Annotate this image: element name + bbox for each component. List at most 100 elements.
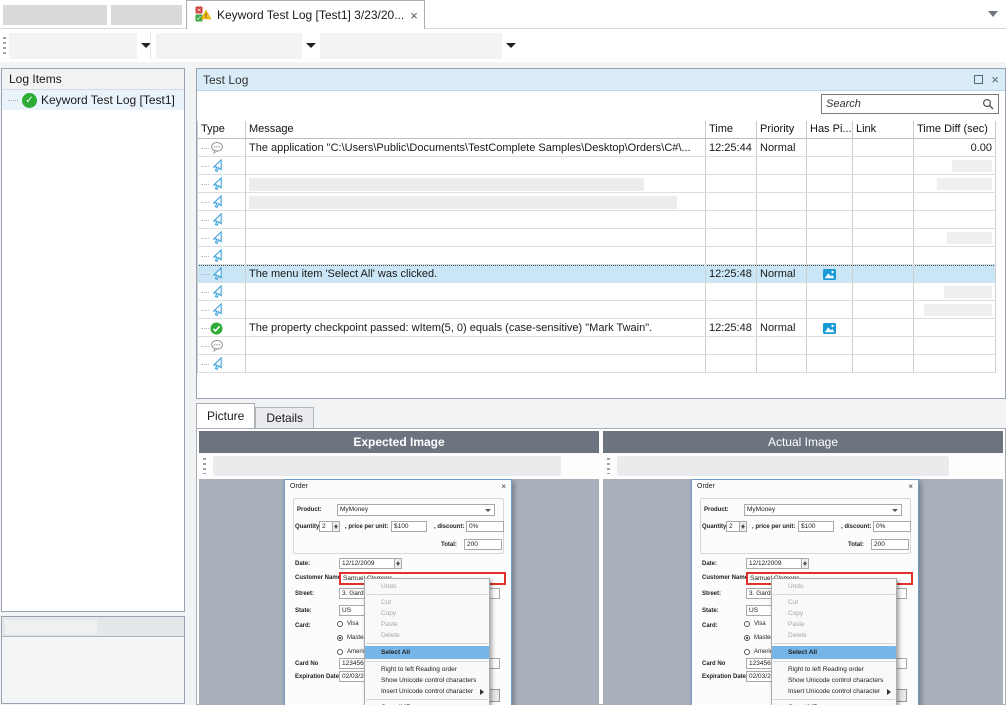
column-header-link[interactable]: Link (853, 121, 914, 139)
log-cell-has_picture[interactable] (807, 301, 853, 319)
toolbar-combo-1[interactable] (9, 33, 137, 59)
toolbar-combo-3[interactable] (320, 33, 502, 59)
log-cell-type[interactable] (197, 265, 246, 283)
log-cell-type[interactable] (197, 157, 246, 175)
log-cell-type[interactable] (197, 211, 246, 229)
log-cell-time[interactable] (706, 301, 757, 319)
log-cell-time[interactable] (706, 337, 757, 355)
log-cell-link[interactable] (853, 139, 914, 157)
log-cell-priority[interactable] (757, 193, 807, 211)
tab-keyword-test-log[interactable]: × ✓ ! Keyword Test Log [Test1] 3/23/20..… (186, 0, 425, 29)
log-cell-priority[interactable] (757, 211, 807, 229)
log-row-5[interactable] (197, 211, 996, 229)
log-cell-priority[interactable]: Normal (757, 139, 807, 157)
combo-2-dropdown-icon[interactable] (306, 43, 316, 48)
log-cell-message[interactable] (246, 247, 706, 265)
log-cell-time[interactable]: 12:25:48 (706, 319, 757, 337)
column-header-message[interactable]: Message (246, 121, 706, 139)
log-cell-has_picture[interactable] (807, 283, 853, 301)
log-cell-type[interactable] (197, 193, 246, 211)
tab-picture[interactable]: Picture (196, 403, 255, 428)
log-row-4[interactable] (197, 193, 996, 211)
toolbar-grip[interactable] (203, 458, 206, 474)
log-cell-has_picture[interactable] (807, 319, 853, 337)
log-cell-time_diff[interactable]: 0.00 (914, 139, 996, 157)
log-cell-time_diff[interactable] (914, 229, 996, 247)
log-cell-link[interactable] (853, 211, 914, 229)
log-cell-time[interactable]: 12:25:44 (706, 139, 757, 157)
log-cell-time_diff[interactable] (914, 193, 996, 211)
inactive-tab-2[interactable] (111, 5, 182, 25)
inactive-tab-1[interactable] (3, 5, 107, 25)
maximize-icon[interactable] (974, 75, 983, 84)
log-cell-type[interactable] (197, 139, 246, 157)
log-cell-time[interactable] (706, 175, 757, 193)
toolbar-combo-2[interactable] (156, 33, 302, 59)
log-cell-message[interactable] (246, 175, 706, 193)
log-row-11[interactable]: The property checkpoint passed: wItem(5,… (197, 319, 996, 337)
log-cell-time_diff[interactable] (914, 301, 996, 319)
log-cell-link[interactable] (853, 337, 914, 355)
log-cell-priority[interactable]: Normal (757, 265, 807, 283)
log-cell-message[interactable] (246, 337, 706, 355)
log-cell-time_diff[interactable] (914, 211, 996, 229)
log-cell-link[interactable] (853, 355, 914, 373)
log-cell-type[interactable] (197, 283, 246, 301)
column-header-time_diff[interactable]: Time Diff (sec) (914, 121, 996, 139)
log-cell-link[interactable] (853, 319, 914, 337)
log-cell-priority[interactable] (757, 283, 807, 301)
log-cell-message[interactable] (246, 193, 706, 211)
column-header-type[interactable]: Type (197, 121, 246, 139)
tree-item-keyword-test-log[interactable]: ✓ Keyword Test Log [Test1] (2, 90, 184, 110)
tab-list-dropdown-icon[interactable] (988, 11, 998, 17)
log-cell-time_diff[interactable] (914, 283, 996, 301)
log-cell-type[interactable] (197, 301, 246, 319)
log-row-2[interactable] (197, 157, 996, 175)
log-row-1[interactable]: The application "C:\Users\Public\Documen… (197, 139, 996, 157)
log-cell-message[interactable]: The application "C:\Users\Public\Documen… (246, 139, 706, 157)
column-header-priority[interactable]: Priority (757, 121, 807, 139)
log-row-8[interactable]: The menu item 'Select All' was clicked.1… (197, 265, 996, 283)
log-cell-time[interactable] (706, 157, 757, 175)
log-cell-time_diff[interactable] (914, 337, 996, 355)
combo-3-dropdown-icon[interactable] (506, 43, 516, 48)
log-cell-time[interactable] (706, 229, 757, 247)
tab-details[interactable]: Details (255, 407, 314, 428)
toolbar-grip[interactable] (3, 37, 6, 55)
search-input[interactable]: Search (821, 94, 999, 114)
log-row-13[interactable] (197, 355, 996, 373)
log-cell-time_diff[interactable] (914, 247, 996, 265)
log-cell-message[interactable] (246, 229, 706, 247)
log-row-7[interactable] (197, 247, 996, 265)
log-cell-message[interactable]: The menu item 'Select All' was clicked. (246, 265, 706, 283)
log-cell-priority[interactable] (757, 247, 807, 265)
log-cell-has_picture[interactable] (807, 265, 853, 283)
log-cell-has_picture[interactable] (807, 193, 853, 211)
log-cell-priority[interactable] (757, 337, 807, 355)
log-cell-message[interactable] (246, 211, 706, 229)
log-cell-time_diff[interactable] (914, 175, 996, 193)
log-cell-link[interactable] (853, 175, 914, 193)
log-cell-link[interactable] (853, 229, 914, 247)
log-cell-priority[interactable] (757, 175, 807, 193)
log-cell-type[interactable] (197, 229, 246, 247)
log-cell-has_picture[interactable] (807, 139, 853, 157)
toolbar-grip[interactable] (607, 458, 610, 474)
log-cell-link[interactable] (853, 247, 914, 265)
log-cell-message[interactable]: The property checkpoint passed: wItem(5,… (246, 319, 706, 337)
log-row-12[interactable] (197, 337, 996, 355)
log-cell-type[interactable] (197, 175, 246, 193)
log-cell-time[interactable] (706, 247, 757, 265)
log-row-10[interactable] (197, 301, 996, 319)
log-cell-has_picture[interactable] (807, 211, 853, 229)
log-cell-link[interactable] (853, 301, 914, 319)
log-cell-time_diff[interactable] (914, 265, 996, 283)
log-cell-priority[interactable] (757, 229, 807, 247)
log-cell-link[interactable] (853, 283, 914, 301)
log-cell-time[interactable] (706, 283, 757, 301)
tab-close-icon[interactable]: × (410, 9, 418, 22)
log-cell-time[interactable] (706, 211, 757, 229)
log-cell-time_diff[interactable] (914, 157, 996, 175)
log-cell-priority[interactable] (757, 355, 807, 373)
log-cell-time_diff[interactable] (914, 319, 996, 337)
